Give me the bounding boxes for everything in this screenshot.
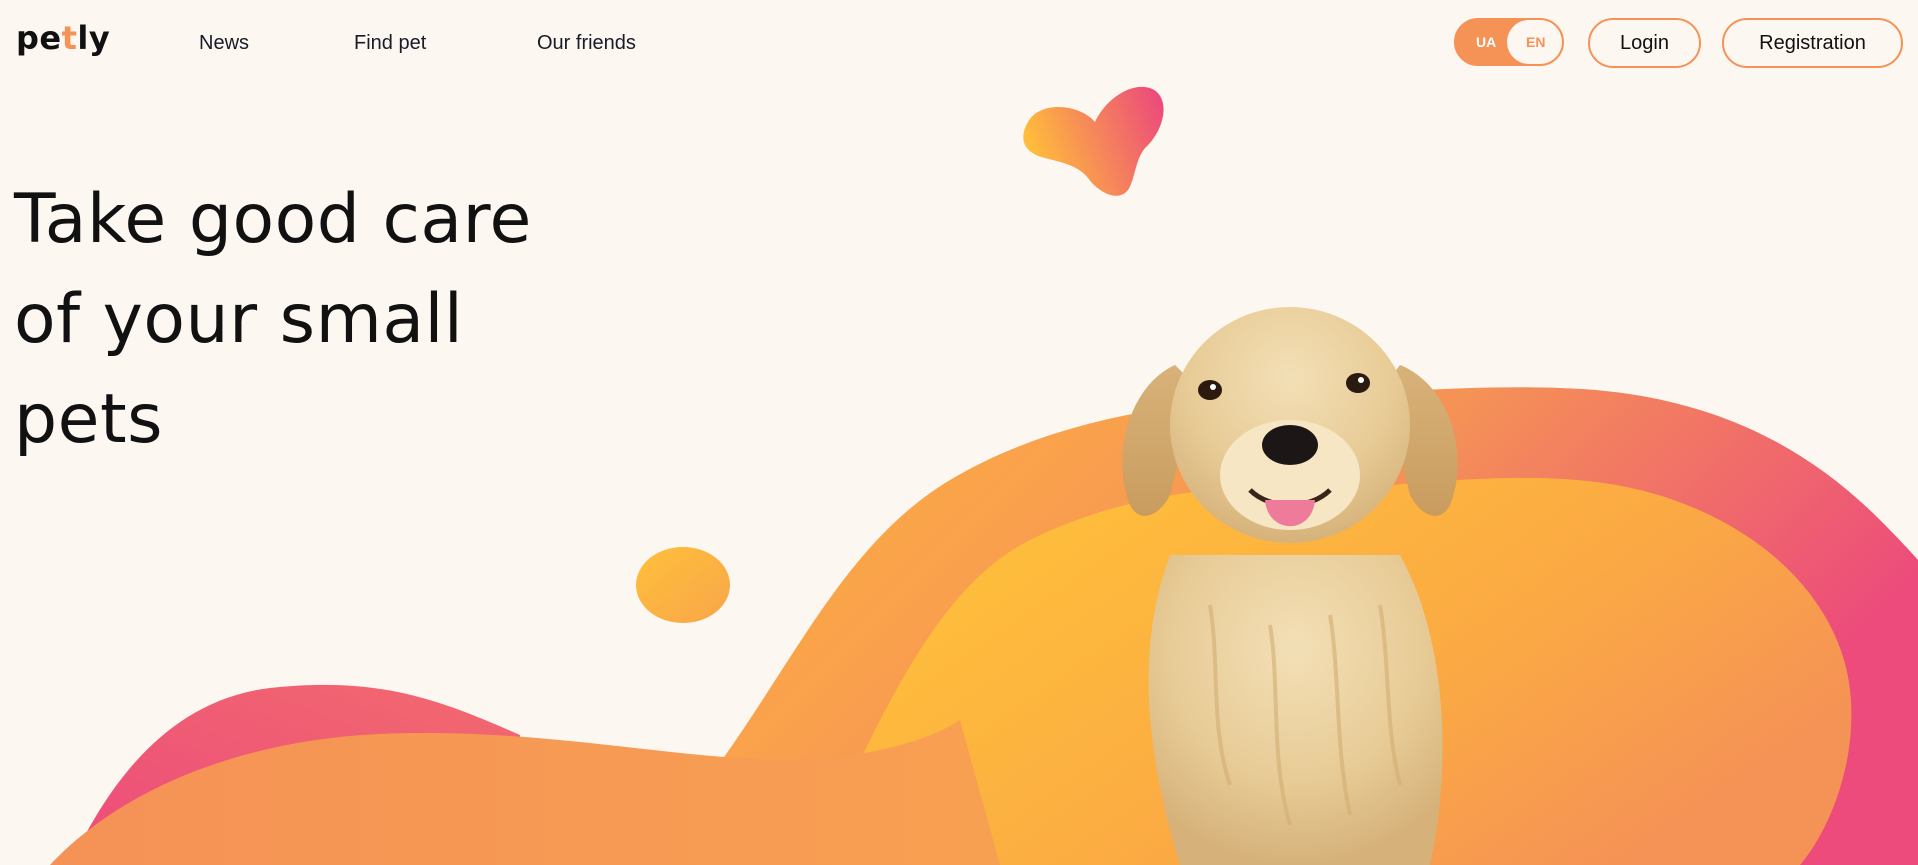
language-toggle[interactable]: UA EN [1454,18,1564,66]
hero-title: Take good care of your small pets [14,170,574,470]
registration-button[interactable]: Registration [1722,18,1903,68]
small-blob [636,547,730,623]
login-button[interactable]: Login [1588,18,1701,68]
logo-text-end: ly [77,19,111,57]
nav-link-news[interactable]: News [199,31,249,55]
logo-text-start: pe [16,19,62,57]
hero-title-line-2: of your small [14,280,464,359]
logo[interactable]: petly [16,22,110,54]
hero-title-line-3: pets [14,380,164,459]
language-option-ua[interactable]: UA [1476,34,1496,50]
hero-title-line-1: Take good care [14,180,532,259]
page: petly News Find pet Our friends UA EN Lo… [0,0,1918,865]
logo-text-accent: t [61,19,78,57]
nav-link-find-pet[interactable]: Find pet [354,31,426,55]
site-header: petly News Find pet Our friends UA EN Lo… [0,0,1918,88]
language-option-en[interactable]: EN [1526,34,1545,50]
dog-image [1122,307,1458,865]
nav-link-our-friends[interactable]: Our friends [537,31,636,55]
heart-blob [1023,86,1164,196]
